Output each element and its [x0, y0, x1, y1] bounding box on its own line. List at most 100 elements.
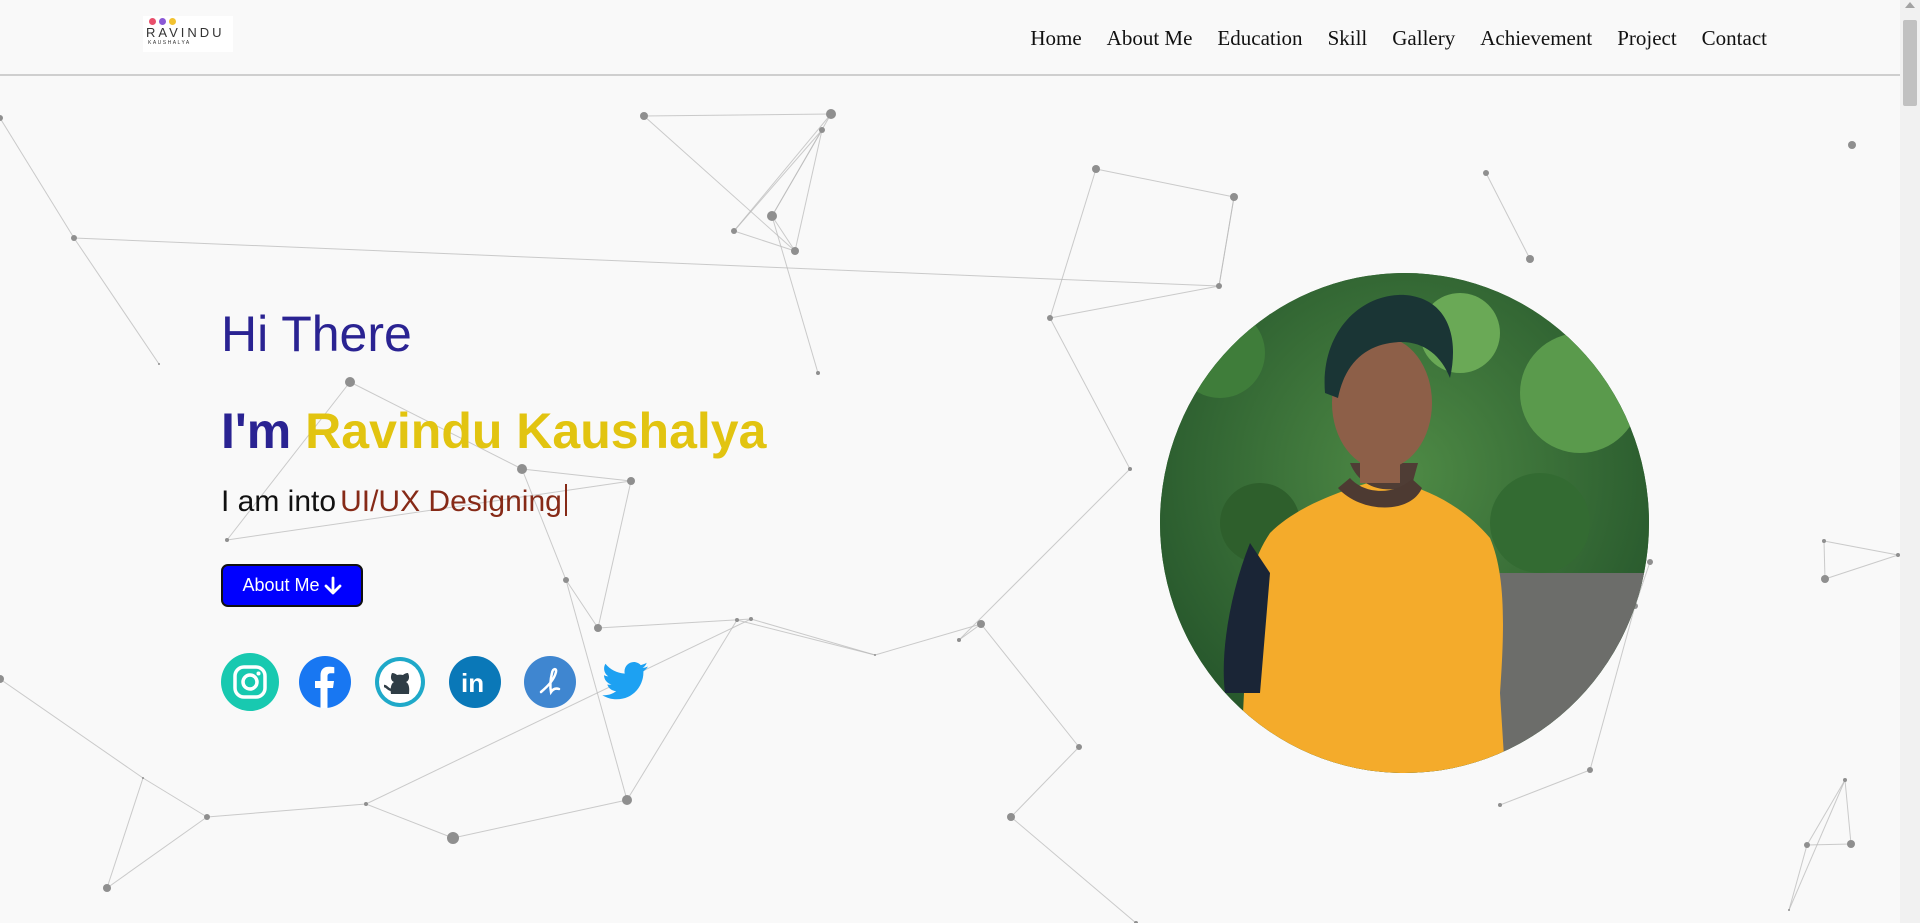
network-line [1049, 168, 1097, 319]
network-line [750, 618, 876, 656]
twitter-icon[interactable] [596, 653, 654, 711]
network-line [142, 777, 208, 818]
network-node [1092, 165, 1100, 173]
network-node [874, 654, 876, 656]
nav-home[interactable]: Home [1030, 26, 1081, 51]
network-node [0, 115, 3, 121]
network-node [345, 377, 355, 387]
network-node [563, 577, 569, 583]
nav-achievement[interactable]: Achievement [1480, 26, 1592, 51]
dribbble-icon[interactable] [521, 653, 579, 711]
network-line [958, 468, 1131, 641]
logo-dot [149, 18, 156, 25]
network-line [206, 803, 367, 818]
nav-about-me[interactable]: About Me [1107, 26, 1193, 51]
network-node [622, 795, 632, 805]
typing-cursor [564, 484, 567, 516]
network-line [1010, 746, 1080, 818]
network-node [1821, 575, 1829, 583]
facebook-icon[interactable] [296, 653, 354, 711]
network-node [594, 624, 602, 632]
typing-line: I am into UI/UX Designing [221, 484, 567, 519]
network-node [447, 832, 459, 844]
social-links: in [221, 653, 671, 711]
network-line [733, 129, 823, 232]
scroll-thumb[interactable] [1903, 20, 1917, 106]
typing-role: UI/UX Designing [340, 485, 562, 518]
network-node [749, 617, 753, 621]
network-line [1788, 844, 1808, 911]
network-line [733, 230, 796, 252]
network-node [1847, 840, 1855, 848]
network-line [643, 115, 796, 252]
network-node [1128, 467, 1132, 471]
network-node [142, 777, 144, 779]
scroll-up-arrow[interactable] [1905, 2, 1915, 8]
network-line [771, 215, 819, 374]
main-nav: Home About Me Education Skill Gallery Ac… [1005, 26, 1767, 51]
network-node [1076, 744, 1082, 750]
instagram-icon[interactable] [221, 653, 279, 711]
network-node [767, 211, 777, 221]
logo-dot [159, 18, 166, 25]
network-line [106, 777, 144, 889]
network-line [1806, 843, 1852, 846]
scrollbar[interactable] [1900, 0, 1920, 923]
github-icon[interactable] [371, 653, 429, 711]
nav-education[interactable]: Education [1217, 26, 1302, 51]
logo-subtitle: KAUSHALYA [148, 40, 191, 46]
network-node [1230, 193, 1238, 201]
network-line [597, 618, 752, 629]
network-node [1804, 842, 1810, 848]
network-line [958, 623, 982, 641]
network-node [71, 235, 77, 241]
network-node [1047, 315, 1053, 321]
nav-gallery[interactable]: Gallery [1392, 26, 1455, 51]
network-line [1823, 540, 1899, 556]
network-node [731, 228, 737, 234]
site-header: RAVINDU KAUSHALYA Home About Me Educatio… [0, 0, 1900, 76]
network-line [643, 113, 832, 117]
nav-skill[interactable]: Skill [1328, 26, 1368, 51]
network-node [364, 802, 368, 806]
network-node [826, 109, 836, 119]
nav-contact[interactable]: Contact [1702, 26, 1767, 51]
network-line [1095, 168, 1235, 198]
logo-name: RAVINDU [146, 25, 225, 40]
network-node [158, 363, 160, 365]
logo-dot [169, 18, 176, 25]
network-node [517, 464, 527, 474]
network-node [1647, 559, 1653, 565]
about-me-button-label: About Me [242, 575, 320, 595]
name-heading: I'm Ravindu Kaushalya [221, 402, 766, 460]
network-line [1824, 554, 1899, 580]
network-line [1823, 540, 1826, 580]
network-line [73, 237, 1220, 287]
profile-photo [1160, 273, 1649, 773]
network-line [1049, 285, 1220, 319]
network-node [819, 127, 825, 133]
network-line [0, 117, 75, 239]
arrow-down-icon [324, 576, 341, 594]
about-me-button[interactable]: About Me [221, 564, 363, 607]
network-node [1843, 778, 1847, 782]
network-node [1498, 803, 1502, 807]
network-line [980, 623, 1080, 748]
network-node [1007, 813, 1015, 821]
network-line [1788, 779, 1846, 911]
network-node [1788, 909, 1790, 911]
network-line [452, 799, 628, 839]
network-node [627, 477, 635, 485]
network-node [957, 638, 961, 642]
network-line [106, 816, 208, 889]
logo[interactable]: RAVINDU KAUSHALYA [143, 16, 233, 52]
network-line [874, 623, 982, 656]
network-node [977, 620, 985, 628]
linkedin-icon[interactable]: in [446, 653, 504, 711]
network-node [1216, 283, 1222, 289]
nav-project[interactable]: Project [1617, 26, 1676, 51]
network-node [1587, 767, 1593, 773]
network-line [565, 579, 599, 629]
network-line [597, 480, 632, 629]
logo-dots [149, 18, 230, 25]
